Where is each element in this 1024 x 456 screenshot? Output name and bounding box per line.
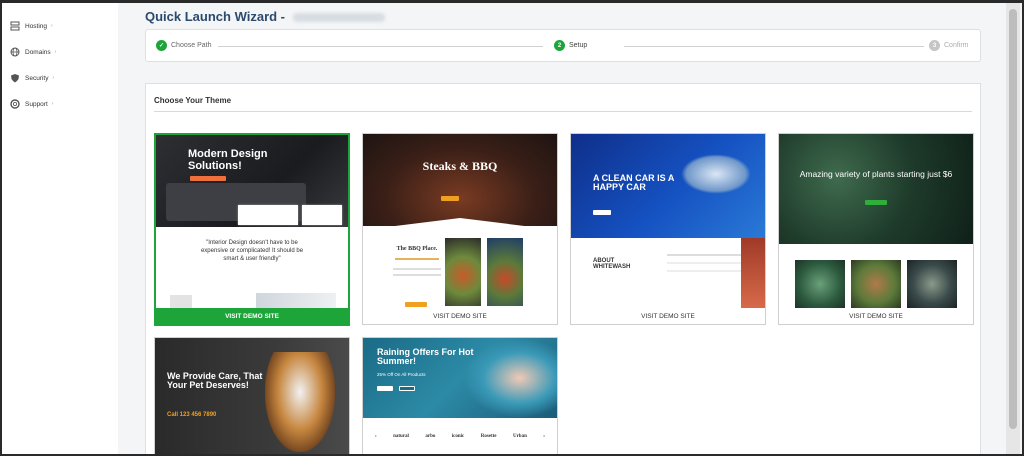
sidebar-item-label: Domains [25,48,51,56]
step-choose-path[interactable]: ✓ Choose Path [156,40,211,51]
sidebar-item-domains[interactable]: Domains › [2,39,118,65]
theme-preview: We Provide Care, That Your Pet Deserves!… [155,338,349,454]
theme-cta [190,176,226,181]
theme-headline: Modern Design Solutions! [188,148,268,172]
chevron-right-icon: › [52,75,55,81]
brand-logo: iconic [451,434,465,439]
theme-card-petcare[interactable]: We Provide Care, That Your Pet Deserves!… [154,337,350,454]
sidebar-item-hosting[interactable]: Hosting › [2,13,118,39]
chevron-right-icon: › [51,23,53,29]
theme-headline: A CLEAN CAR IS A HAPPY CAR [593,173,674,193]
shield-icon [10,73,20,83]
theme-card-plants[interactable]: Amazing variety of plants starting just … [778,133,974,325]
lifebuoy-icon [10,99,20,109]
theme-card-bbq[interactable]: Steaks & BBQ The BBQ Place. VISIT DEMO S… [362,133,558,325]
page-title: Quick Launch Wizard - [145,9,386,24]
theme-card-carwash[interactable]: A CLEAN CAR IS A HAPPY CAR ABOUT WHITEWA… [570,133,766,325]
theme-subheadline: The BBQ Place. [396,246,438,252]
theme-cta [865,200,887,205]
theme-subheadline: ABOUT WHITEWASH [593,258,631,270]
theme-card-fashion[interactable]: Raining Offers For Hot Summer! 25% Off O… [362,337,558,454]
brand-carousel: ‹ natural arbo iconic Rosette Urban › [375,434,545,439]
theme-card-interior[interactable]: Modern Design Solutions! "Interior Desig… [154,133,350,326]
brand-logo: Urban [512,434,527,439]
theme-headline: Steaks & BBQ [422,159,498,173]
theme-cta [377,386,393,391]
theme-headline: Raining Offers For Hot Summer! [377,347,474,367]
check-icon: ✓ [156,40,167,51]
theme-preview: Raining Offers For Hot Summer! 25% Off O… [363,338,557,454]
theme-cta [441,196,459,201]
theme-preview: Steaks & BBQ The BBQ Place. [363,134,557,308]
theme-preview: A CLEAN CAR IS A HAPPY CAR ABOUT WHITEWA… [571,134,765,308]
theme-preview: Amazing variety of plants starting just … [779,134,973,308]
section-heading: Choose Your Theme [154,96,232,105]
theme-headline: Amazing variety of plants starting just … [799,169,953,179]
chevron-right-icon: › [54,49,57,55]
globe-icon [10,47,20,57]
carousel-prev-icon[interactable]: ‹ [375,434,377,439]
sidebar-item-security[interactable]: Security › [2,65,118,91]
theme-quote: "Interior Design doesn't have to be expe… [200,240,304,263]
carousel-next-icon[interactable]: › [543,434,545,439]
brand-logo: natural [393,434,409,439]
step-number: 3 [929,40,940,51]
sidebar-item-label: Support [25,100,48,108]
scrollbar[interactable] [1006,3,1020,454]
step-connector [218,46,543,47]
page-title-text: Quick Launch Wizard - [145,9,286,24]
visit-demo-button[interactable]: VISIT DEMO SITE [571,308,765,324]
step-setup[interactable]: 2 Setup [554,40,587,51]
brand-logo: Rosette [480,434,497,439]
divider [154,111,972,112]
sidebar: Hosting › Domains › Security › Support › [2,3,118,454]
server-icon [10,21,20,31]
visit-demo-button[interactable]: VISIT DEMO SITE [156,308,348,324]
wizard-steps: ✓ Choose Path 2 Setup 3 Confirm [145,29,981,62]
theme-subheadline: 25% Off On All Products [377,372,426,377]
step-label: Setup [569,42,588,49]
theme-preview: Modern Design Solutions! "Interior Desig… [156,135,348,308]
redacted-site-name [293,13,386,23]
app-window: Hosting › Domains › Security › Support › [0,0,1024,456]
step-confirm[interactable]: 3 Confirm [929,40,969,51]
theme-panel: Choose Your Theme Modern Design Solution… [145,83,981,454]
sidebar-item-label: Hosting [25,22,48,30]
visit-demo-button[interactable]: VISIT DEMO SITE [363,308,557,324]
step-connector [624,46,924,47]
theme-cta [593,210,611,215]
sidebar-item-support[interactable]: Support › [2,91,118,117]
theme-phone: Call 123 456 7890 [167,412,217,418]
sidebar-item-label: Security [25,74,49,82]
step-label: Confirm [944,42,969,49]
step-number: 2 [554,40,565,51]
step-label: Choose Path [171,42,212,49]
chevron-right-icon: › [51,101,54,107]
main-content: Quick Launch Wizard - ✓ Choose Path 2 Se… [118,3,1010,454]
scrollbar-thumb[interactable] [1009,9,1017,429]
theme-headline: We Provide Care, That Your Pet Deserves! [167,371,263,391]
visit-demo-button[interactable]: VISIT DEMO SITE [779,308,973,324]
brand-logo: arbo [425,434,436,439]
